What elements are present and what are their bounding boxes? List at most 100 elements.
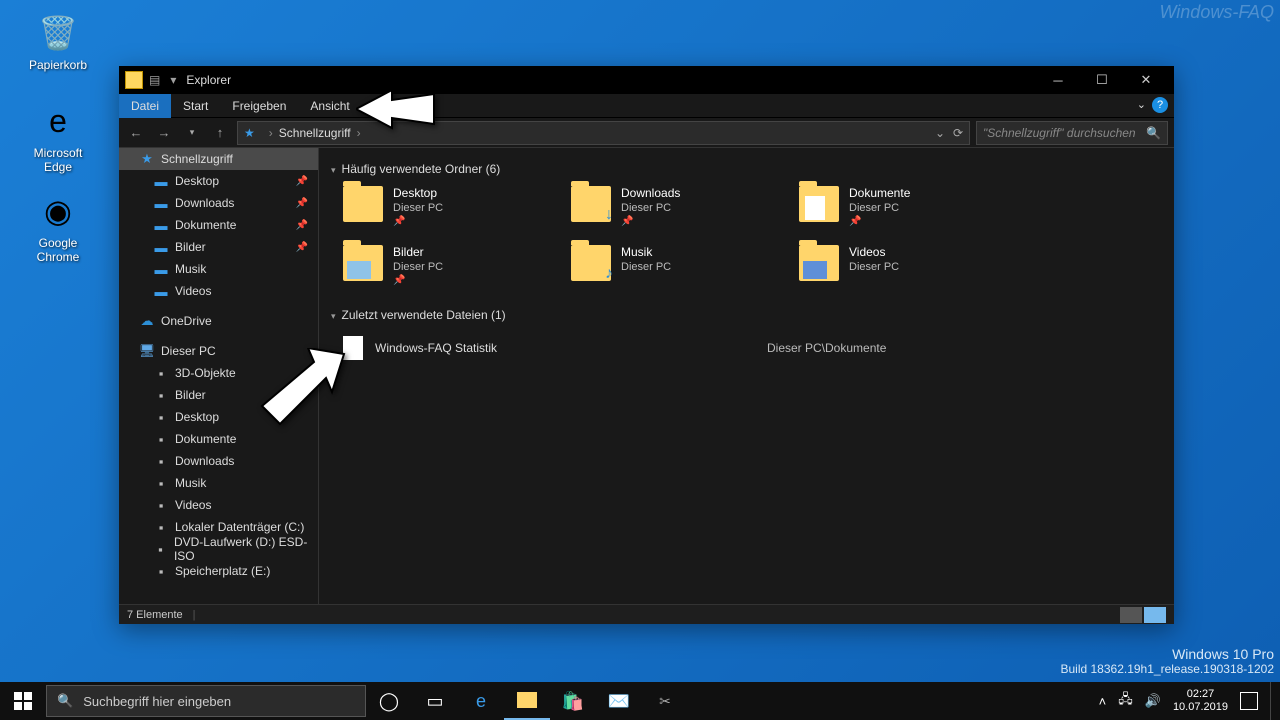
back-button[interactable]: ← [125, 122, 147, 144]
tree-item-desktop[interactable]: ▬Desktop📌 [119, 170, 318, 192]
tree-item-downloads[interactable]: ▬Downloads📌 [119, 192, 318, 214]
taskbar-app-store[interactable]: 🛍️ [550, 682, 596, 720]
show-desktop-button[interactable] [1270, 682, 1276, 720]
folder-item-bilder[interactable]: Bilder Dieser PC 📌 [343, 245, 553, 286]
app-icon: 🗑️ [37, 12, 79, 54]
address-dropdown-icon[interactable]: ⌄ [935, 126, 945, 140]
folder-icon [799, 186, 839, 222]
maximize-button[interactable]: ☐ [1080, 66, 1124, 94]
group-header-recent[interactable]: Zuletzt verwendete Dateien (1) [319, 300, 1174, 332]
tree-item-dokumente[interactable]: ▪Dokumente [119, 428, 318, 450]
search-icon: 🔍 [57, 693, 73, 709]
folder-item-desktop[interactable]: Desktop Dieser PC 📌 [343, 186, 553, 227]
tree-label: Desktop [175, 174, 219, 188]
group-header-frequent[interactable]: Häufig verwendete Ordner (6) [319, 154, 1174, 186]
tree-item-schnellzugriff[interactable]: ★Schnellzugriff [119, 148, 318, 170]
tray-clock[interactable]: 02:27 10.07.2019 [1173, 688, 1228, 714]
file-row[interactable]: Windows-FAQ Statistik Dieser PC\Dokument… [319, 332, 1174, 364]
desktop-icon-microsoft-edge[interactable]: eMicrosoft Edge [20, 100, 96, 174]
help-icon[interactable]: ? [1152, 97, 1168, 113]
folder-item-dokumente[interactable]: Dokumente Dieser PC 📌 [799, 186, 1009, 227]
disk-icon: ▪ [153, 365, 169, 381]
desktop-icon: ▬ [153, 239, 169, 255]
disk-icon: ▪ [153, 475, 169, 491]
tree-item-videos[interactable]: ▬Videos [119, 280, 318, 302]
start-button[interactable] [0, 682, 46, 720]
folder-item-videos[interactable]: Videos Dieser PC [799, 245, 1009, 286]
taskbar-app-edge[interactable]: e [458, 682, 504, 720]
tree-item-speicherplatz-e-[interactable]: ▪Speicherplatz (E:) [119, 560, 318, 582]
minimize-button[interactable]: ─ [1036, 66, 1080, 94]
taskbar-search-input[interactable]: 🔍 Suchbegriff hier eingeben [46, 685, 366, 717]
desktop-icon: ▬ [153, 195, 169, 211]
view-thumbnails-button[interactable] [1144, 607, 1166, 623]
desktop-icon-google-chrome[interactable]: ◉Google Chrome [20, 190, 96, 264]
status-bar: 7 Elemente | [119, 604, 1174, 624]
cortana-button[interactable]: ◯ [366, 682, 412, 720]
tree-label: Speicherplatz (E:) [175, 564, 270, 578]
tree-label: OneDrive [161, 314, 212, 328]
tree-item-onedrive[interactable]: ☁OneDrive [119, 310, 318, 332]
tab-ansicht[interactable]: Ansicht [298, 94, 361, 118]
desktop-icon: ▬ [153, 217, 169, 233]
tree-label: DVD-Laufwerk (D:) ESD-ISO [174, 535, 318, 563]
pin-icon: 📌 [296, 242, 308, 253]
tree-label: Bilder [175, 388, 206, 402]
view-details-button[interactable] [1120, 607, 1142, 623]
taskbar-app-snip[interactable]: ✂ [642, 682, 688, 720]
folder-name: Bilder [393, 245, 443, 259]
desktop-icon: ▬ [153, 173, 169, 189]
search-input[interactable]: "Schnellzugriff" durchsuchen 🔍 [976, 121, 1168, 145]
folder-location: Dieser PC [393, 261, 443, 273]
disk-icon: ▪ [153, 519, 169, 535]
explorer-icon [125, 71, 143, 89]
up-button[interactable]: ↑ [209, 122, 231, 144]
tree-item-bilder[interactable]: ▪Bilder [119, 384, 318, 406]
history-dropdown[interactable]: ▾ [181, 122, 203, 144]
taskbar-app-mail[interactable]: ✉️ [596, 682, 642, 720]
tray-volume-icon[interactable]: 🔊 [1145, 693, 1161, 709]
tree-item-downloads[interactable]: ▪Downloads [119, 450, 318, 472]
tree-item-videos[interactable]: ▪Videos [119, 494, 318, 516]
folder-name: Dokumente [849, 186, 910, 200]
folder-name: Desktop [393, 186, 443, 200]
tree-item-3d-objekte[interactable]: ▪3D-Objekte [119, 362, 318, 384]
tree-item-dieser-pc[interactable]: 🖥Dieser PC [119, 340, 318, 362]
app-icon: ◉ [37, 190, 79, 232]
tab-freigeben[interactable]: Freigeben [220, 94, 298, 118]
ribbon-tabs: Datei Start Freigeben Ansicht ⌄ ? [119, 94, 1174, 118]
tray-chevron-icon[interactable]: ˄ [1099, 694, 1107, 709]
taskbar-app-explorer[interactable] [504, 682, 550, 720]
tree-item-dvd-laufwerk-d-esd-iso[interactable]: ▪DVD-Laufwerk (D:) ESD-ISO [119, 538, 318, 560]
tree-label: Dokumente [175, 432, 236, 446]
tree-item-musik[interactable]: ▪Musik [119, 472, 318, 494]
status-text: 7 Elemente [127, 609, 183, 621]
tree-item-musik[interactable]: ▬Musik [119, 258, 318, 280]
forward-button[interactable]: → [153, 122, 175, 144]
desktop-icon: ▬ [153, 261, 169, 277]
action-center-icon[interactable] [1240, 692, 1258, 710]
tree-item-dokumente[interactable]: ▬Dokumente📌 [119, 214, 318, 236]
tree-item-desktop[interactable]: ▪Desktop [119, 406, 318, 428]
task-view-button[interactable]: ▭ [412, 682, 458, 720]
desktop-icon-papierkorb[interactable]: 🗑️Papierkorb [20, 12, 96, 72]
qat-item[interactable]: ▾ [170, 73, 176, 87]
folder-item-downloads[interactable]: Downloads Dieser PC 📌 [571, 186, 781, 227]
pin-icon: 📌 [393, 275, 443, 286]
titlebar[interactable]: ▤ ▾ Explorer ─ ☐ ✕ [119, 66, 1174, 94]
folder-icon [799, 245, 839, 281]
tab-datei[interactable]: Datei [119, 94, 171, 118]
tray-network-icon[interactable]: 🖧 [1118, 690, 1133, 712]
qat-item[interactable]: ▤ [149, 73, 160, 87]
folder-icon [343, 186, 383, 222]
address-bar[interactable]: ★ › Schnellzugriff › ⌄ ⟳ [237, 121, 970, 145]
breadcrumb-current[interactable]: Schnellzugriff [279, 126, 351, 140]
folder-item-musik[interactable]: Musik Dieser PC [571, 245, 781, 286]
ribbon-collapse-icon[interactable]: ⌄ [1137, 98, 1146, 111]
tree-label: Dokumente [175, 218, 236, 232]
folder-icon [343, 245, 383, 281]
close-button[interactable]: ✕ [1124, 66, 1168, 94]
tab-start[interactable]: Start [171, 94, 220, 118]
tree-item-bilder[interactable]: ▬Bilder📌 [119, 236, 318, 258]
refresh-icon[interactable]: ⟳ [953, 126, 963, 140]
